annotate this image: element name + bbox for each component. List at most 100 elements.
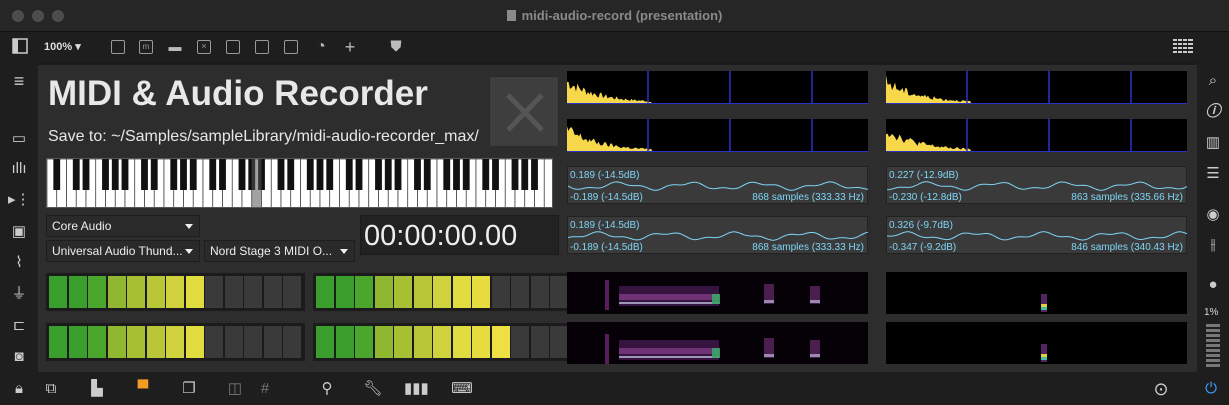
mixer-icon[interactable]: ⫲: [1202, 234, 1224, 256]
number-object-icon[interactable]: [255, 40, 269, 54]
black-key[interactable]: [492, 159, 499, 190]
black-key[interactable]: [316, 159, 324, 190]
black-key[interactable]: [219, 159, 226, 190]
black-key[interactable]: [82, 159, 90, 190]
level-meter: [313, 323, 572, 361]
new-object-icon[interactable]: [111, 40, 125, 54]
waveform-display[interactable]: [567, 71, 868, 104]
midi-keyboard[interactable]: [46, 158, 553, 208]
black-key[interactable]: [511, 159, 519, 190]
toggle-object-icon[interactable]: [226, 40, 240, 54]
sidebar-toggle-icon[interactable]: [10, 37, 30, 57]
meter-segment: [433, 276, 451, 308]
grid-snap-icon[interactable]: #: [254, 378, 276, 400]
driver-select[interactable]: Core Audio: [46, 215, 200, 237]
white-key[interactable]: [543, 159, 553, 208]
waveform-display[interactable]: [886, 119, 1187, 152]
black-key[interactable]: [394, 159, 402, 190]
black-key[interactable]: [150, 159, 158, 190]
meter-segment: [224, 276, 243, 308]
windows-icon[interactable]: ❐: [178, 378, 200, 400]
new-message-icon[interactable]: m: [139, 40, 153, 54]
edit-mode-icon[interactable]: ⧉: [40, 378, 62, 400]
keyboard-keys[interactable]: [47, 159, 553, 208]
audio-waveform-icon[interactable]: ıllı: [8, 158, 30, 180]
black-key[interactable]: [482, 159, 490, 190]
black-key[interactable]: [209, 159, 217, 190]
black-key[interactable]: [306, 159, 314, 190]
black-key[interactable]: [375, 159, 382, 190]
piano-keys-icon[interactable]: ▮▮▮: [404, 378, 429, 400]
chevron-down-icon: [340, 249, 348, 254]
black-key[interactable]: [443, 159, 451, 190]
grid-icon[interactable]: [1172, 37, 1193, 57]
black-key[interactable]: [170, 159, 178, 190]
search-icon[interactable]: ⌕: [1202, 70, 1224, 92]
add-object-icon[interactable]: +: [340, 37, 360, 57]
patch-cord-icon[interactable]: ⚲: [316, 378, 338, 400]
snapshot-icon[interactable]: ◉: [1202, 204, 1224, 226]
black-key[interactable]: [111, 159, 119, 190]
midi-device-select[interactable]: Nord Stage 3 MIDI O...: [204, 240, 355, 262]
black-key[interactable]: [287, 159, 295, 190]
lock-icon[interactable]: 🔒︎: [8, 378, 30, 400]
black-key[interactable]: [189, 159, 197, 190]
black-key[interactable]: [277, 159, 285, 190]
meter-segment: [472, 326, 490, 358]
audio-play-icon[interactable]: ⊙: [1150, 378, 1172, 400]
meter-segment: [530, 326, 549, 358]
computer-keyboard-icon[interactable]: ⌨: [451, 378, 473, 400]
audio-device-select[interactable]: Universal Audio Thund...: [46, 240, 200, 262]
slider-object-icon[interactable]: [284, 40, 298, 54]
info-icon[interactable]: ⓘ: [1202, 101, 1224, 123]
zoom-level[interactable]: 100% ▾: [44, 40, 81, 53]
scope-max: 0.189 (-14.5dB): [570, 220, 640, 231]
black-key[interactable]: [462, 159, 470, 190]
hamburger-menu-icon[interactable]: ≡: [8, 70, 30, 92]
black-key[interactable]: [414, 159, 421, 190]
black-key[interactable]: [102, 159, 109, 190]
paperclip-icon[interactable]: ⌇: [8, 252, 30, 274]
meter-segment: [68, 276, 87, 308]
presentation-mode-icon[interactable]: ▀: [132, 378, 154, 400]
device-icon[interactable]: ◙: [8, 346, 30, 368]
black-key[interactable]: [121, 159, 129, 190]
reference-book-icon[interactable]: ▥: [1202, 132, 1224, 154]
power-icon[interactable]: ⏻: [1200, 378, 1222, 400]
presentation-icon[interactable]: ▙: [86, 378, 108, 400]
clip-icon[interactable]: ▸⋮: [8, 189, 31, 211]
wrench-icon[interactable]: 🔧︎: [362, 378, 384, 400]
black-key[interactable]: [423, 159, 431, 190]
disc-icon[interactable]: ●: [1202, 274, 1224, 296]
hide-icon[interactable]: ◫: [224, 378, 246, 400]
black-key[interactable]: [355, 159, 363, 190]
black-key[interactable]: [238, 159, 246, 190]
meter-segment: [452, 326, 471, 358]
comment-icon[interactable]: ▬: [165, 37, 185, 57]
browser-icon[interactable]: ▭: [8, 128, 30, 150]
black-key[interactable]: [72, 159, 80, 190]
black-key[interactable]: [521, 159, 529, 190]
spectrogram-band: [1041, 357, 1047, 360]
black-key[interactable]: [141, 159, 148, 190]
paint-bucket-icon[interactable]: ⛊: [386, 37, 406, 57]
black-key[interactable]: [453, 159, 460, 190]
waveform-display[interactable]: [886, 71, 1187, 104]
button-object-icon[interactable]: ×: [197, 40, 211, 54]
meter-segment: [472, 276, 490, 308]
black-key[interactable]: [384, 159, 392, 190]
plug-icon[interactable]: ⏚: [8, 283, 30, 305]
waveform-display[interactable]: [567, 119, 868, 152]
black-key[interactable]: [180, 159, 187, 190]
dial-object-icon[interactable]: ◔: [311, 37, 331, 57]
clear-button[interactable]: [489, 76, 559, 147]
black-key[interactable]: [53, 159, 61, 190]
scope-trace: [886, 181, 1188, 191]
list-icon[interactable]: ☰: [1202, 163, 1224, 185]
black-key[interactable]: [345, 159, 353, 190]
black-key[interactable]: [326, 159, 334, 190]
image-icon[interactable]: ▣: [8, 221, 30, 243]
black-key[interactable]: [531, 159, 538, 190]
close-icon: [506, 93, 544, 132]
connector-icon[interactable]: ⊏: [8, 315, 30, 337]
